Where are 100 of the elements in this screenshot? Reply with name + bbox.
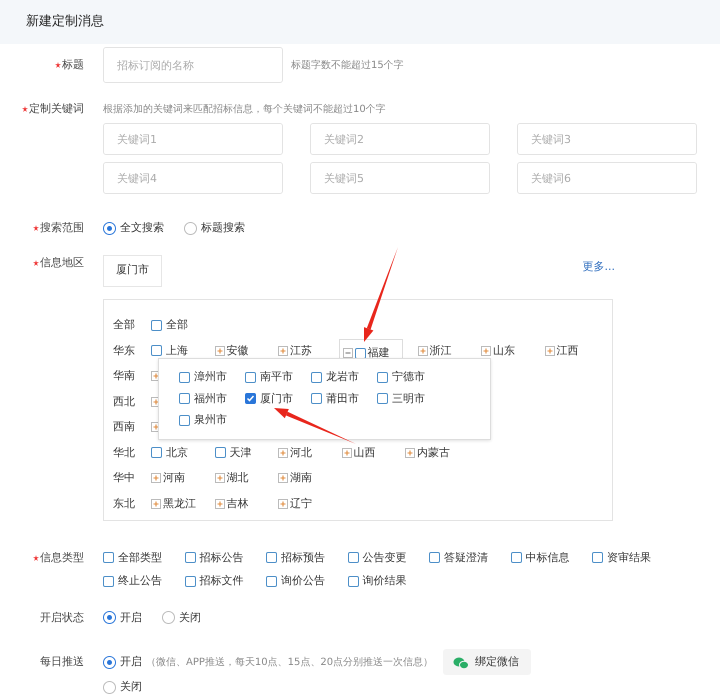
checkbox[interactable] <box>179 414 190 426</box>
field-label: 信息地区 <box>40 254 84 270</box>
checkbox[interactable] <box>179 393 190 404</box>
type-label: 招标公告 <box>200 550 244 566</box>
radio-option[interactable]: 关闭 <box>162 610 201 626</box>
radio-button[interactable] <box>103 680 116 694</box>
checkbox[interactable] <box>103 552 114 564</box>
type-label: 中标信息 <box>526 550 570 566</box>
expand-icon[interactable] <box>278 498 288 509</box>
option-label: 标题搜索 <box>201 220 245 236</box>
bind-wechat-button[interactable]: 绑定微信 <box>443 649 532 675</box>
radio-button[interactable] <box>162 611 175 624</box>
title-input[interactable]: 招标订阅的名称 <box>103 47 283 83</box>
hint-text: 根据添加的关键词来匹配招标信息，每个关键词不能超过10个字 <box>103 102 387 117</box>
checkbox[interactable] <box>377 372 388 383</box>
expand-icon[interactable] <box>342 448 352 458</box>
radio-option[interactable]: 关闭 <box>103 678 142 694</box>
checkbox[interactable] <box>354 348 366 359</box>
expand-icon[interactable] <box>278 448 288 458</box>
region-group-label: 东北 <box>113 496 136 512</box>
type-label: 招标文件 <box>200 573 244 589</box>
type-label: 终止公告 <box>118 573 162 589</box>
checkbox[interactable] <box>348 576 358 587</box>
field-label: 定制关键词 <box>29 101 84 117</box>
region-name: 山东 <box>493 342 515 358</box>
radio-option[interactable]: 开启 <box>103 654 142 670</box>
keyword-input[interactable]: 关键词5 <box>310 162 490 194</box>
checkbox[interactable] <box>348 552 358 564</box>
option-label: 关闭 <box>179 610 201 626</box>
region-name: 河北 <box>290 444 312 460</box>
checkbox[interactable] <box>592 552 603 564</box>
radio-option[interactable]: 开启 <box>103 610 142 626</box>
region-name: 全部 <box>166 317 188 333</box>
field-label: 开启状态 <box>40 610 84 626</box>
region-name: 江西 <box>556 342 578 358</box>
region-name: 安徽 <box>226 342 248 358</box>
type-label: 询价公告 <box>281 573 325 589</box>
region-group-label: 华东 <box>113 342 136 358</box>
checkbox[interactable] <box>151 320 162 331</box>
collapse-icon[interactable] <box>342 348 352 358</box>
region-group-label: 西北 <box>113 394 136 410</box>
checkbox[interactable] <box>311 393 322 404</box>
checkbox[interactable] <box>510 552 522 564</box>
keyword-input[interactable]: 关键词6 <box>517 162 697 194</box>
radio-button[interactable] <box>184 222 197 235</box>
expand-icon[interactable] <box>405 448 415 458</box>
region-name: 天津 <box>230 444 252 460</box>
radio-button[interactable] <box>103 222 116 235</box>
more-link[interactable]: 更多... <box>582 258 615 275</box>
region-name: 山西 <box>354 444 376 460</box>
checkbox[interactable] <box>429 552 440 564</box>
city-name: 厦门市 <box>260 390 293 406</box>
keyword-input[interactable]: 关键词1 <box>103 123 283 155</box>
keyword-input[interactable]: 关键词2 <box>310 123 490 155</box>
radio-button[interactable] <box>103 656 116 668</box>
checkbox[interactable] <box>103 576 114 587</box>
type-label: 资审结果 <box>607 550 651 566</box>
checkbox[interactable] <box>266 552 277 564</box>
expand-icon[interactable] <box>151 473 161 484</box>
expand-icon[interactable] <box>214 346 224 356</box>
region-name: 上海 <box>166 342 188 358</box>
checkbox[interactable] <box>184 576 196 587</box>
region-group-label: 西南 <box>113 419 136 435</box>
expand-icon[interactable] <box>418 346 428 356</box>
type-label: 公告变更 <box>362 550 406 566</box>
expand-icon[interactable] <box>278 346 288 356</box>
checkbox[interactable] <box>245 372 256 383</box>
checkbox[interactable] <box>179 372 190 383</box>
checkbox[interactable] <box>214 447 226 458</box>
checkbox[interactable] <box>151 447 162 458</box>
expand-icon[interactable] <box>544 346 554 356</box>
city-name: 龙岩市 <box>326 369 359 385</box>
keyword-input[interactable]: 关键词3 <box>517 123 697 155</box>
chat-bubbles-icon <box>454 657 470 668</box>
field-label: 信息类型 <box>40 550 84 566</box>
region-name: 福建 <box>368 345 390 361</box>
region-name: 北京 <box>166 444 188 460</box>
city-name: 泉州市 <box>194 412 227 428</box>
expand-icon[interactable] <box>214 498 224 509</box>
keyword-input[interactable]: 关键词4 <box>103 162 283 194</box>
region-name: 吉林 <box>226 496 248 512</box>
radio-option[interactable]: 全文搜索 <box>103 220 164 236</box>
checkbox[interactable] <box>184 552 196 564</box>
expand-icon[interactable] <box>214 473 224 484</box>
checkbox[interactable] <box>266 576 277 587</box>
checkbox[interactable] <box>377 393 388 404</box>
city-name: 宁德市 <box>392 369 425 385</box>
checkbox[interactable] <box>311 372 322 383</box>
checkbox[interactable] <box>151 345 162 356</box>
region-name: 河南 <box>163 470 185 486</box>
region-tag[interactable]: 厦门市 <box>103 254 162 286</box>
region-name: 黑龙江 <box>163 496 196 512</box>
expand-icon[interactable] <box>481 346 491 356</box>
checkbox[interactable] <box>245 393 256 404</box>
radio-button[interactable] <box>103 611 116 624</box>
radio-option[interactable]: 标题搜索 <box>184 220 245 236</box>
expand-icon[interactable] <box>278 473 288 484</box>
option-label: 全文搜索 <box>120 220 164 236</box>
expand-icon[interactable] <box>151 498 161 509</box>
hint-text: 标题字数不能超过15个字 <box>291 58 404 72</box>
